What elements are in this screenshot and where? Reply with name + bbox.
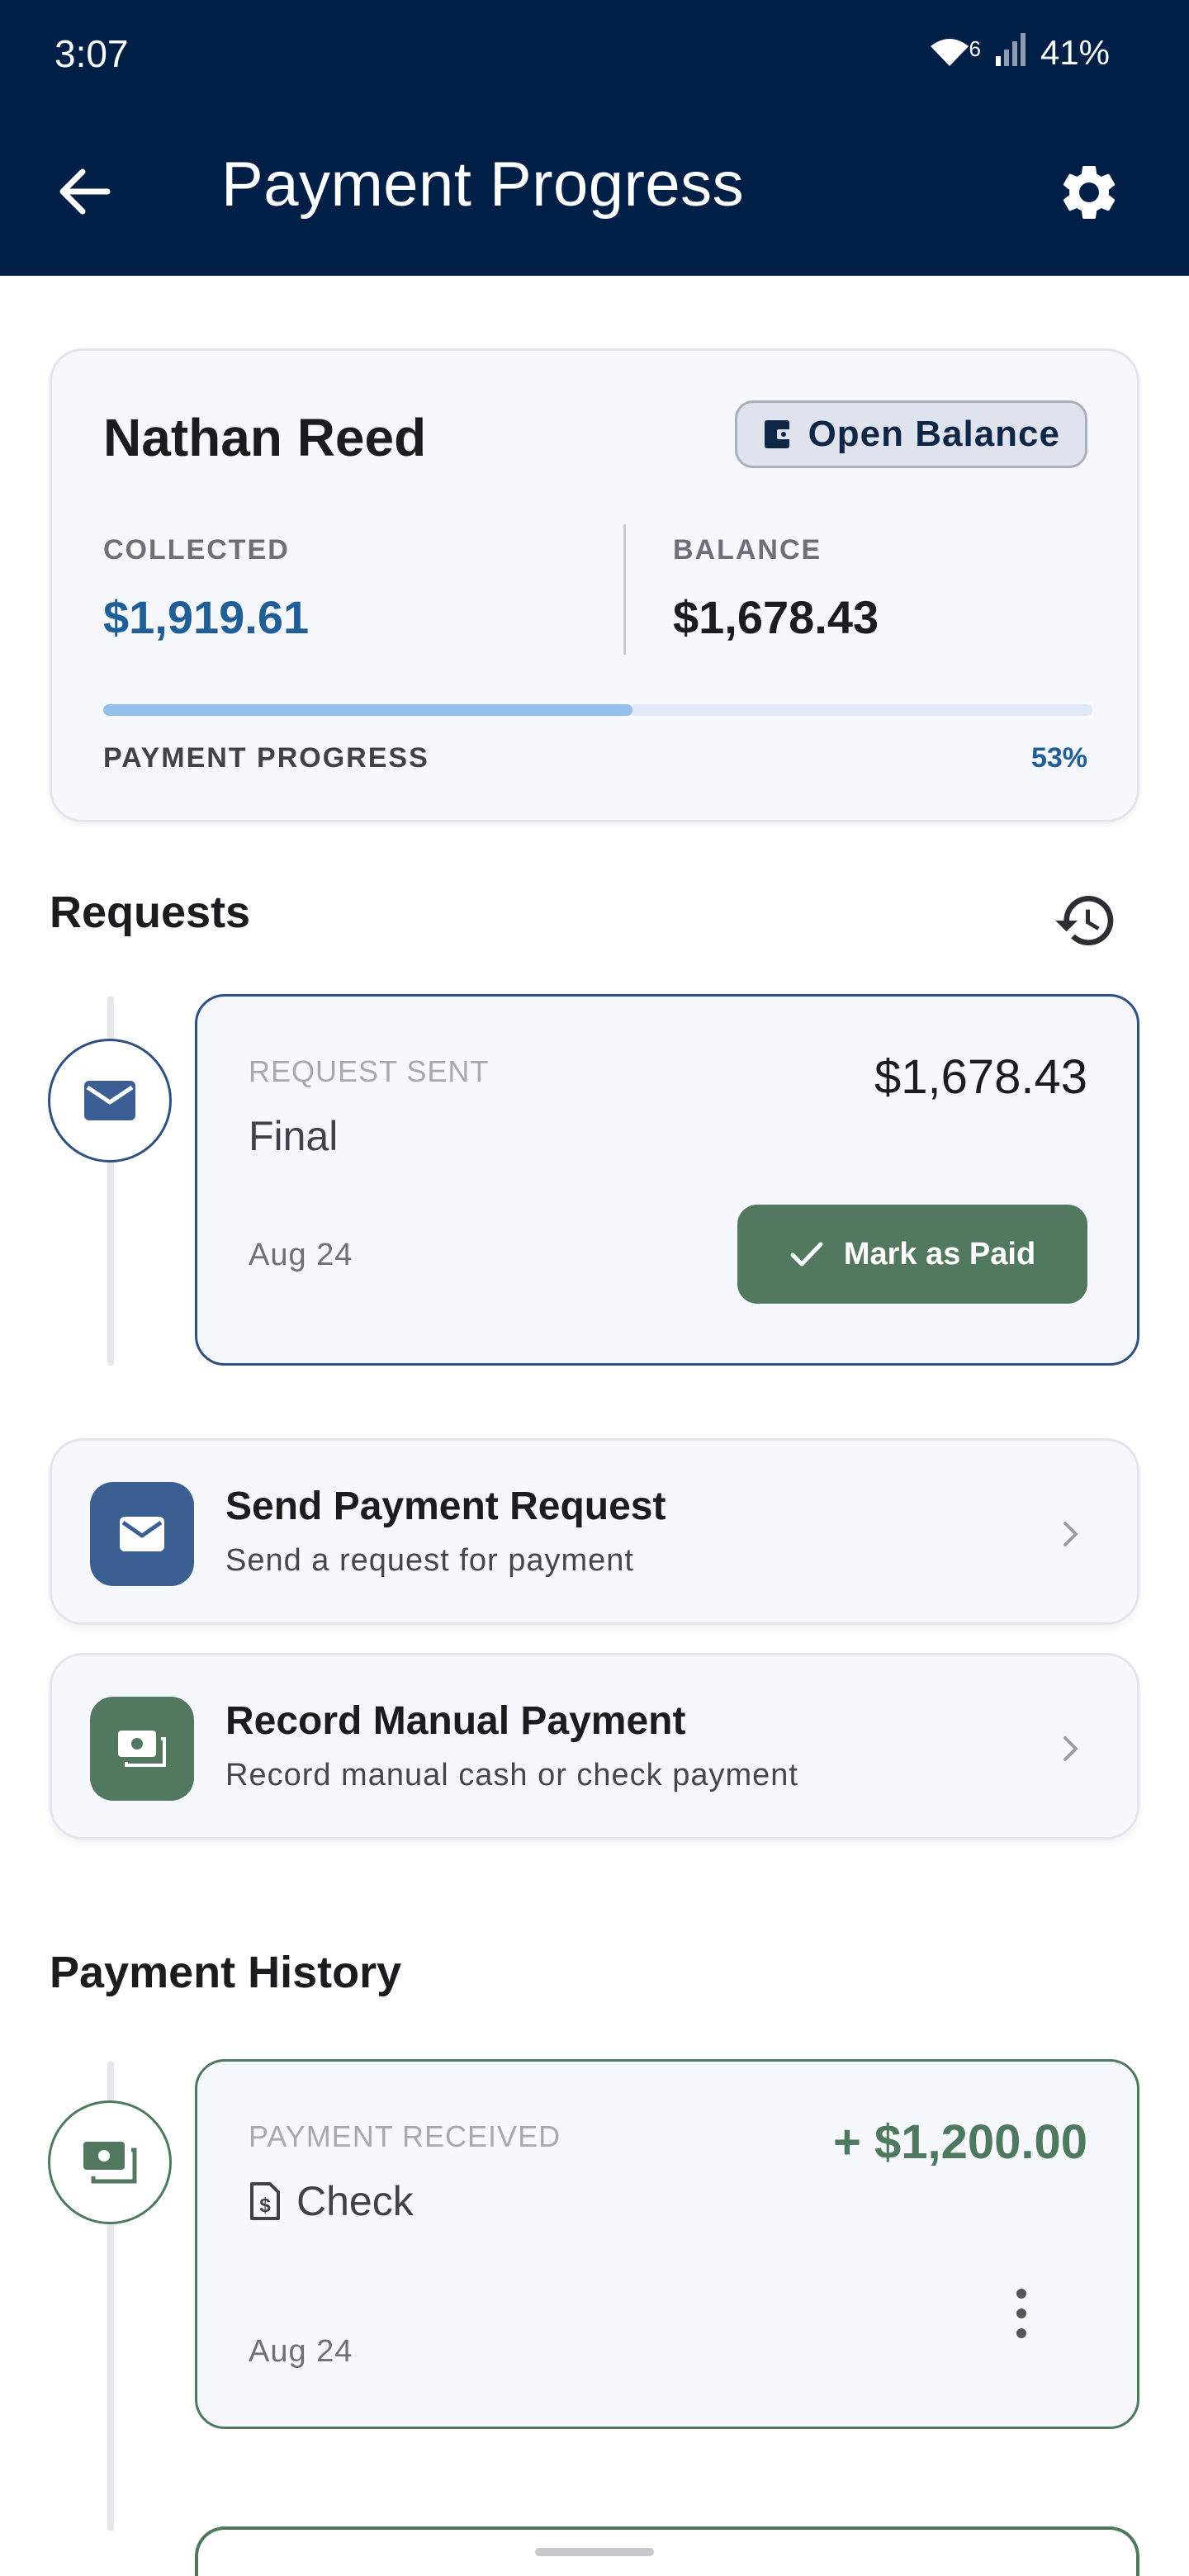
settings-button[interactable]	[1052, 155, 1126, 230]
request-amount: $1,678.43	[874, 1050, 1087, 1104]
app-bar: 3:07 6 41% Payment Progress	[0, 0, 1189, 276]
history-button[interactable]	[1049, 883, 1123, 958]
record-manual-payment-card[interactable]: Record Manual Payment Record manual cash…	[50, 1653, 1139, 1840]
customer-name: Nathan Reed	[103, 408, 427, 467]
arrow-left-icon	[59, 168, 111, 215]
payment-progress-percent: 53%	[1030, 742, 1087, 774]
signal-icon	[994, 31, 1027, 74]
record-payment-title: Record Manual Payment	[225, 1699, 686, 1743]
open-balance-badge[interactable]: Open Balance	[734, 400, 1087, 468]
more-vertical-icon	[1016, 2289, 1026, 2338]
back-button[interactable]	[50, 157, 119, 226]
home-indicator[interactable]	[535, 2548, 654, 2556]
chevron-right-icon	[1054, 1513, 1087, 1555]
collected-label: COLLECTED	[103, 534, 290, 566]
history-icon	[1055, 896, 1114, 945]
mark-as-paid-button[interactable]: Mark as Paid	[737, 1205, 1087, 1304]
record-payment-icon-tile	[90, 1697, 194, 1801]
receipt-dollar-icon: $	[250, 2182, 280, 2220]
status-icons: 6 41%	[927, 31, 1110, 74]
balance-value: $1,678.43	[673, 591, 879, 643]
cash-icon	[83, 2142, 137, 2184]
check-icon	[790, 1242, 823, 1267]
chevron-right-icon	[1054, 1728, 1087, 1769]
send-request-title: Send Payment Request	[225, 1485, 666, 1528]
mail-icon	[84, 1081, 135, 1120]
stat-divider	[623, 524, 626, 655]
battery-text: 41%	[1040, 33, 1110, 72]
cash-icon	[118, 1731, 166, 1767]
request-card[interactable]: REQUEST SENT $1,678.43 Final Aug 24 Mark…	[195, 994, 1139, 1366]
send-request-subtitle: Send a request for payment	[225, 1543, 634, 1578]
mark-as-paid-label: Mark as Paid	[843, 1236, 1036, 1271]
request-timeline-node	[48, 1039, 172, 1163]
payment-progress-bar	[103, 704, 1092, 716]
record-payment-subtitle: Record manual cash or check payment	[225, 1758, 798, 1792]
payment-timeline-node	[48, 2100, 172, 2224]
request-title: Final	[249, 1113, 339, 1159]
payment-card[interactable]: PAYMENT RECEIVED + $1,200.00 $ Check Aug…	[195, 2059, 1139, 2429]
request-date: Aug 24	[249, 1238, 353, 1272]
payment-progress-fill	[103, 704, 632, 716]
request-kind: REQUEST SENT	[249, 1054, 490, 1088]
payment-date: Aug 24	[249, 2334, 353, 2369]
payment-progress-label: PAYMENT PROGRESS	[103, 742, 429, 774]
wifi-icon: 6	[927, 36, 981, 69]
svg-text:$: $	[259, 2195, 271, 2217]
balance-summary-card: Nathan Reed Open Balance COLLECTED $1,91…	[50, 348, 1139, 822]
gear-icon	[1063, 165, 1116, 219]
next-payment-card-peek	[195, 2526, 1139, 2576]
wifi-badge: 6	[969, 36, 981, 61]
send-payment-request-card[interactable]: Send Payment Request Send a request for …	[50, 1438, 1139, 1625]
balance-label: BALANCE	[673, 534, 822, 566]
wallet-icon	[764, 420, 793, 448]
payment-method-label: Check	[296, 2178, 414, 2224]
more-options-button[interactable]	[1005, 2276, 1038, 2351]
send-request-icon-tile	[90, 1482, 194, 1586]
payment-history-heading: Payment History	[50, 1948, 402, 1997]
open-balance-label: Open Balance	[808, 414, 1060, 454]
payment-kind: PAYMENT RECEIVED	[249, 2119, 561, 2153]
page-title: Payment Progress	[221, 149, 745, 220]
payment-method: $ Check	[249, 2177, 414, 2225]
collected-value: $1,919.61	[103, 591, 310, 643]
status-time: 3:07	[54, 32, 129, 75]
payment-amount: + $1,200.00	[832, 2115, 1087, 2169]
requests-heading: Requests	[50, 888, 251, 937]
mail-icon	[120, 1517, 164, 1551]
